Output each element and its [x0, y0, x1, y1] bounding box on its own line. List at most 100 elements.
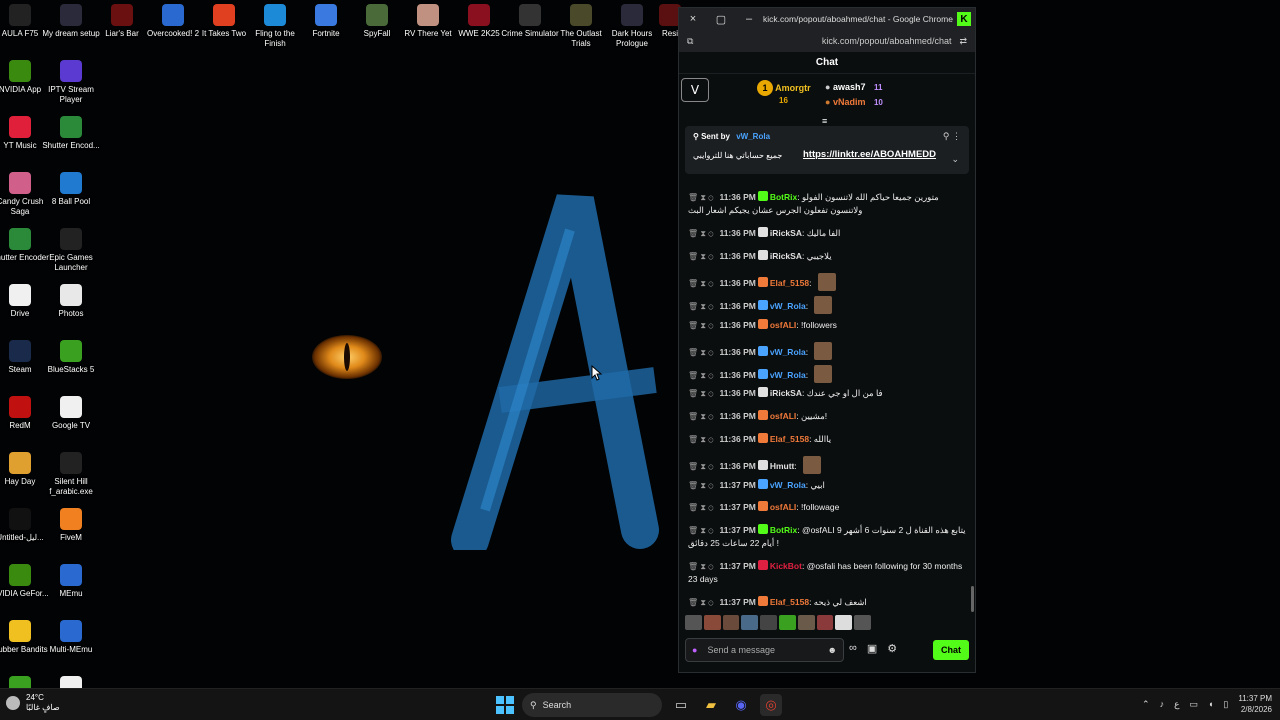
desktop-icon[interactable]: Steam [0, 340, 47, 375]
desktop-icon[interactable]: BlueStacks 5 [44, 340, 98, 375]
moderation-icons[interactable]: 🗑 ⧗ ⊙ [688, 412, 713, 421]
desktop-icon[interactable]: Epic Games Launcher [44, 228, 98, 272]
task-view-icon[interactable]: ▭ [670, 694, 692, 716]
chat-message[interactable]: 🗑 ⧗ ⊙ 11:36 PM Elaf_5158: [688, 273, 968, 291]
moderation-icons[interactable]: 🗑 ⧗ ⊙ [688, 302, 713, 311]
moderation-icons[interactable]: 🗑 ⧗ ⊙ [688, 598, 713, 607]
message-user[interactable]: vW_Rola [770, 370, 806, 380]
chat-message[interactable]: 🗑 ⧗ ⊙ 11:37 PM osfALI: !followage [688, 501, 968, 514]
page-settings-icon[interactable]: ⇄ [959, 36, 967, 47]
desktop-icon[interactable]: Shutter Encoder [0, 228, 49, 263]
message-user[interactable]: Elaf_5158 [770, 597, 809, 607]
message-user[interactable]: osfALI [770, 502, 796, 512]
pinned-user[interactable]: vW_Rola [736, 132, 770, 141]
chat-message[interactable]: 🗑 ⧗ ⊙ 11:36 PM vW_Rola: [688, 296, 968, 314]
chat-message[interactable]: 🗑 ⧗ ⊙ 11:36 PM Elaf_5158: ياالله [688, 433, 968, 446]
chevron-up-icon[interactable]: ⌃ [1142, 699, 1150, 710]
emote[interactable] [778, 615, 796, 630]
chat-message[interactable]: 🗑 ⧗ ⊙ 11:36 PM osfALI: !followers [688, 319, 968, 332]
url-text[interactable]: kick.com/popout/aboahmed/chat [693, 36, 959, 46]
desktop-icon[interactable]: Hay Day [0, 452, 47, 487]
message-user[interactable]: vW_Rola [770, 347, 806, 357]
desktop-icon[interactable]: MEmu [44, 564, 98, 599]
message-user[interactable]: osfALI [770, 320, 796, 330]
moderation-icons[interactable]: 🗑 ⧗ ⊙ [688, 252, 713, 261]
desktop-icon[interactable]: Untitled-ليل... [0, 508, 47, 543]
message-user[interactable]: BotRix [770, 192, 797, 202]
desktop-icon[interactable]: Overcooked! 2 [146, 4, 200, 39]
chat-message[interactable]: 🗑 ⧗ ⊙ 11:36 PM Hmutt: [688, 456, 968, 474]
clock[interactable]: 11:37 PM 2/8/2026 [1238, 693, 1272, 715]
desktop-icon[interactable]: WWE 2K25 [452, 4, 506, 39]
moderation-icons[interactable]: 🗑 ⧗ ⊙ [688, 321, 713, 330]
expand-leaderboard-icon[interactable]: ≡ [822, 116, 827, 126]
desktop-icon[interactable]: Fling to the Finish [248, 4, 302, 48]
chat-message[interactable]: 🗑 ⧗ ⊙ 11:36 PM osfALI: مشيين! [688, 410, 968, 423]
desktop-icon[interactable]: Crime Simulator [501, 4, 559, 39]
message-user[interactable]: Elaf_5158 [770, 434, 809, 444]
chrome-icon[interactable]: ◎ [760, 694, 782, 716]
message-user[interactable]: Hmutt [770, 461, 795, 471]
desktop-icon[interactable]: AULA F75 [0, 4, 47, 39]
desktop-icon[interactable]: Photos [44, 284, 98, 319]
volume-icon[interactable]: ◖ [1208, 699, 1213, 709]
chat-message[interactable]: 🗑 ⧗ ⊙ 11:36 PM BotRix: متورين جميعا حياكم … [688, 191, 968, 217]
emote[interactable] [722, 615, 740, 630]
chat-message[interactable]: 🗑 ⧗ ⊙ 11:36 PM iRickSA: الفا ماليك [688, 227, 968, 240]
desktop-icon[interactable]: Fortnite [299, 4, 353, 39]
moderation-icons[interactable]: 🗑 ⧗ ⊙ [688, 562, 713, 571]
desktop-icon[interactable]: SpyFall [350, 4, 404, 39]
desktop-icon[interactable]: RedM [0, 396, 47, 431]
desktop-icon[interactable]: Google TV [44, 396, 98, 431]
desktop-icon[interactable]: Liar's Bar [95, 4, 149, 39]
message-user[interactable]: iRickSA [770, 388, 802, 398]
desktop-icon[interactable]: .lnk [44, 676, 98, 688]
desktop-icon[interactable]: NVIDIA GeFor... [0, 564, 49, 599]
moderation-icons[interactable]: 🗑 ⧗ ⊙ [688, 503, 713, 512]
emote[interactable] [741, 615, 759, 630]
emote[interactable] [760, 615, 777, 630]
desktop-icon[interactable]: It Takes Two [197, 4, 251, 39]
desktop-icon[interactable]: YT Music [0, 116, 47, 151]
desktop-icon[interactable]: Drive [0, 284, 47, 319]
emote[interactable] [816, 615, 834, 630]
discord-icon[interactable]: ◉ [730, 694, 752, 716]
moderation-icons[interactable]: 🗑 ⧗ ⊙ [688, 389, 713, 398]
close-icon[interactable]: × [679, 13, 707, 25]
taskbar-search[interactable]: ⚲ Search [522, 693, 662, 717]
moderation-icons[interactable]: 🗑 ⧗ ⊙ [688, 229, 713, 238]
pinned-menu-icon[interactable]: ⚲ ⋮ [943, 131, 961, 142]
message-user[interactable]: osfALI [770, 411, 796, 421]
chat-message[interactable]: 🗑 ⧗ ⊙ 11:37 PM vW_Rola: ابيي [688, 479, 968, 492]
moderation-icons[interactable]: 🗑 ⧗ ⊙ [688, 526, 713, 535]
desktop-icon[interactable]: RV There Yet [401, 4, 455, 39]
channel-logo-icon[interactable]: ᐯ [681, 78, 709, 102]
battery-icon[interactable]: ▯ [1223, 699, 1228, 710]
chat-message[interactable]: 🗑 ⧗ ⊙ 11:37 PM KickBot: @osfali has been f… [688, 560, 968, 586]
weather-widget[interactable]: 24°C صافٍ غالبًا [6, 693, 60, 713]
message-user[interactable]: vW_Rola [770, 480, 806, 490]
points-icon[interactable]: ∞ [849, 642, 857, 655]
moderation-icons[interactable]: 🗑 ⧗ ⊙ [688, 279, 713, 288]
pinned-link[interactable]: https://linktr.ee/ABOAHMEDD [803, 149, 936, 160]
desktop-icon[interactable]: My dream setup [42, 4, 100, 39]
moderation-icons[interactable]: 🗑 ⧗ ⊙ [688, 481, 713, 490]
desktop-icon[interactable]: BlueStacks Multi-Insta... [0, 676, 47, 688]
desktop-icon[interactable]: Multi-MEmu [44, 620, 98, 655]
language-indicator[interactable]: ع [1174, 699, 1179, 710]
gear-icon[interactable]: ⚙ [887, 642, 897, 655]
message-input[interactable]: ● Send a message ☻ [685, 638, 844, 662]
moderation-icons[interactable]: 🗑 ⧗ ⊙ [688, 193, 713, 202]
file-explorer-icon[interactable]: ▰ [700, 694, 722, 716]
moderation-icons[interactable]: 🗑 ⧗ ⊙ [688, 348, 713, 357]
address-bar[interactable]: ⧉ kick.com/popout/aboahmed/chat ⇄ [679, 30, 975, 52]
chat-message[interactable]: 🗑 ⧗ ⊙ 11:36 PM vW_Rola: [688, 342, 968, 360]
emote[interactable] [835, 615, 853, 630]
chat-message[interactable]: 🗑 ⧗ ⊙ 11:37 PM BotRix: @osfALI يتابع هذه ا… [688, 524, 968, 550]
minimize-icon[interactable]: – [735, 13, 763, 25]
message-user[interactable]: iRickSA [770, 251, 802, 261]
pinned-message[interactable]: ⚲ Sent by vW_Rola ⚲ ⋮ جميع حساباتي هنا ل… [685, 126, 969, 174]
gift-icon[interactable]: ▣ [867, 642, 877, 655]
microphone-icon[interactable]: ♪ [1160, 699, 1165, 709]
chat-message[interactable]: 🗑 ⧗ ⊙ 11:36 PM iRickSA: يلاجيبي [688, 250, 968, 263]
